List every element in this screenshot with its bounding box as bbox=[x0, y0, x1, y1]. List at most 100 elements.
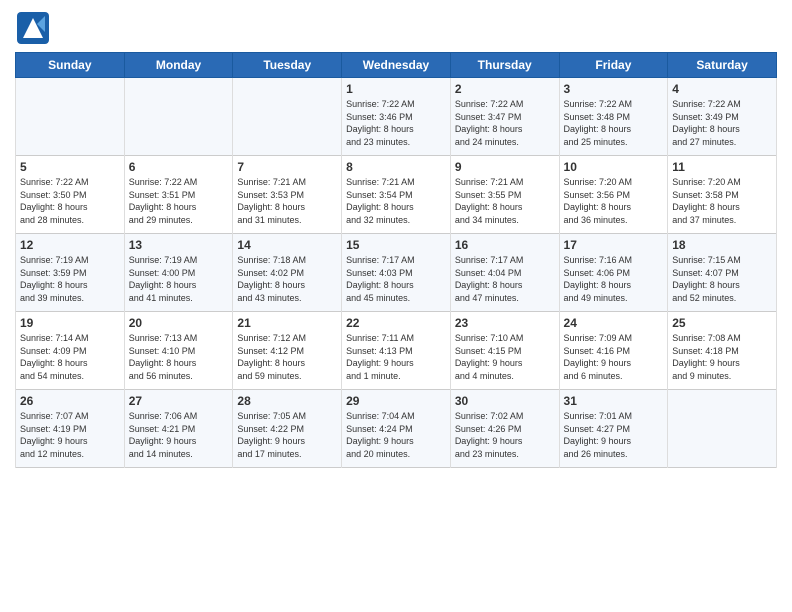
day-number: 3 bbox=[564, 82, 664, 96]
weekday-header: Saturday bbox=[668, 53, 777, 78]
cell-info: Sunrise: 7:21 AM Sunset: 3:53 PM Dayligh… bbox=[237, 176, 337, 226]
cell-info: Sunrise: 7:22 AM Sunset: 3:49 PM Dayligh… bbox=[672, 98, 772, 148]
day-number: 27 bbox=[129, 394, 229, 408]
day-number: 10 bbox=[564, 160, 664, 174]
day-number: 17 bbox=[564, 238, 664, 252]
page: SundayMondayTuesdayWednesdayThursdayFrid… bbox=[0, 0, 792, 612]
day-number: 21 bbox=[237, 316, 337, 330]
logo bbox=[15, 10, 55, 46]
calendar-cell: 10Sunrise: 7:20 AM Sunset: 3:56 PM Dayli… bbox=[559, 156, 668, 234]
day-number: 15 bbox=[346, 238, 446, 252]
day-number: 13 bbox=[129, 238, 229, 252]
cell-info: Sunrise: 7:16 AM Sunset: 4:06 PM Dayligh… bbox=[564, 254, 664, 304]
calendar-cell: 29 Sunrise: 7:04 AM Sunset: 4:24 PM Dayli… bbox=[342, 390, 451, 468]
cell-info: Sunrise: 7:15 AM Sunset: 4:07 PM Dayligh… bbox=[672, 254, 772, 304]
calendar-cell: 18 Sunrise: 7:15 AM Sunset: 4:07 PM Dayli… bbox=[668, 234, 777, 312]
cell-info: Sunrise: 7:17 AM Sunset: 4:04 PM Dayligh… bbox=[455, 254, 555, 304]
cell-info: Sunrise: 7:14 AM Sunset: 4:09 PM Dayligh… bbox=[20, 332, 120, 382]
weekday-header: Sunday bbox=[16, 53, 125, 78]
calendar-cell: 27 Sunrise: 7:06 AM Sunset: 4:21 PM Dayli… bbox=[124, 390, 233, 468]
day-number: 19 bbox=[20, 316, 120, 330]
cell-info: Sunrise: 7:05 AM Sunset: 4:22 PM Dayligh… bbox=[237, 410, 337, 460]
day-number: 6 bbox=[129, 160, 229, 174]
calendar-cell: 16 Sunrise: 7:17 AM Sunset: 4:04 PM Dayli… bbox=[450, 234, 559, 312]
calendar-cell: 25Sunrise: 7:08 AM Sunset: 4:18 PM Dayli… bbox=[668, 312, 777, 390]
weekday-header: Wednesday bbox=[342, 53, 451, 78]
calendar-cell: 14Sunrise: 7:18 AM Sunset: 4:02 PM Dayli… bbox=[233, 234, 342, 312]
logo-icon bbox=[15, 10, 51, 46]
calendar-cell: 8Sunrise: 7:21 AM Sunset: 3:54 PM Daylig… bbox=[342, 156, 451, 234]
calendar-cell: 17 Sunrise: 7:16 AM Sunset: 4:06 PM Dayli… bbox=[559, 234, 668, 312]
weekday-header-row: SundayMondayTuesdayWednesdayThursdayFrid… bbox=[16, 53, 777, 78]
calendar-cell: 4 Sunrise: 7:22 AM Sunset: 3:49 PM Daylig… bbox=[668, 78, 777, 156]
cell-info: Sunrise: 7:01 AM Sunset: 4:27 PM Dayligh… bbox=[564, 410, 664, 460]
day-number: 8 bbox=[346, 160, 446, 174]
day-number: 26 bbox=[20, 394, 120, 408]
calendar-cell bbox=[233, 78, 342, 156]
day-number: 24 bbox=[564, 316, 664, 330]
day-number: 12 bbox=[20, 238, 120, 252]
calendar-cell: 1 Sunrise: 7:22 AM Sunset: 3:46 PM Daylig… bbox=[342, 78, 451, 156]
cell-info: Sunrise: 7:21 AM Sunset: 3:55 PM Dayligh… bbox=[455, 176, 555, 226]
cell-info: Sunrise: 7:02 AM Sunset: 4:26 PM Dayligh… bbox=[455, 410, 555, 460]
cell-info: Sunrise: 7:19 AM Sunset: 3:59 PM Dayligh… bbox=[20, 254, 120, 304]
cell-info: Sunrise: 7:18 AM Sunset: 4:02 PM Dayligh… bbox=[237, 254, 337, 304]
calendar-cell: 3 Sunrise: 7:22 AM Sunset: 3:48 PM Daylig… bbox=[559, 78, 668, 156]
calendar-cell: 28 Sunrise: 7:05 AM Sunset: 4:22 PM Dayli… bbox=[233, 390, 342, 468]
cell-info: Sunrise: 7:06 AM Sunset: 4:21 PM Dayligh… bbox=[129, 410, 229, 460]
day-number: 18 bbox=[672, 238, 772, 252]
day-number: 16 bbox=[455, 238, 555, 252]
weekday-header: Monday bbox=[124, 53, 233, 78]
calendar-cell: 22 Sunrise: 7:11 AM Sunset: 4:13 PM Dayli… bbox=[342, 312, 451, 390]
calendar-cell bbox=[124, 78, 233, 156]
calendar-cell: 21 Sunrise: 7:12 AM Sunset: 4:12 PM Dayli… bbox=[233, 312, 342, 390]
weekday-header: Friday bbox=[559, 53, 668, 78]
cell-info: Sunrise: 7:04 AM Sunset: 4:24 PM Dayligh… bbox=[346, 410, 446, 460]
calendar-cell: 19 Sunrise: 7:14 AM Sunset: 4:09 PM Dayli… bbox=[16, 312, 125, 390]
calendar-cell: 9 Sunrise: 7:21 AM Sunset: 3:55 PM Daylig… bbox=[450, 156, 559, 234]
cell-info: Sunrise: 7:22 AM Sunset: 3:48 PM Dayligh… bbox=[564, 98, 664, 148]
day-number: 20 bbox=[129, 316, 229, 330]
day-number: 29 bbox=[346, 394, 446, 408]
day-number: 31 bbox=[564, 394, 664, 408]
cell-info: Sunrise: 7:09 AM Sunset: 4:16 PM Dayligh… bbox=[564, 332, 664, 382]
cell-info: Sunrise: 7:12 AM Sunset: 4:12 PM Dayligh… bbox=[237, 332, 337, 382]
calendar-cell bbox=[668, 390, 777, 468]
calendar-cell: 2 Sunrise: 7:22 AM Sunset: 3:47 PM Daylig… bbox=[450, 78, 559, 156]
calendar-cell: 11Sunrise: 7:20 AM Sunset: 3:58 PM Dayli… bbox=[668, 156, 777, 234]
day-number: 1 bbox=[346, 82, 446, 96]
day-number: 2 bbox=[455, 82, 555, 96]
calendar-cell: 23 Sunrise: 7:10 AM Sunset: 4:15 PM Dayli… bbox=[450, 312, 559, 390]
cell-info: Sunrise: 7:22 AM Sunset: 3:46 PM Dayligh… bbox=[346, 98, 446, 148]
day-number: 28 bbox=[237, 394, 337, 408]
header bbox=[15, 10, 777, 46]
weekday-header: Tuesday bbox=[233, 53, 342, 78]
calendar-table: SundayMondayTuesdayWednesdayThursdayFrid… bbox=[15, 52, 777, 468]
day-number: 5 bbox=[20, 160, 120, 174]
cell-info: Sunrise: 7:10 AM Sunset: 4:15 PM Dayligh… bbox=[455, 332, 555, 382]
cell-info: Sunrise: 7:17 AM Sunset: 4:03 PM Dayligh… bbox=[346, 254, 446, 304]
cell-info: Sunrise: 7:22 AM Sunset: 3:47 PM Dayligh… bbox=[455, 98, 555, 148]
cell-info: Sunrise: 7:11 AM Sunset: 4:13 PM Dayligh… bbox=[346, 332, 446, 382]
calendar-cell: 24 Sunrise: 7:09 AM Sunset: 4:16 PM Dayli… bbox=[559, 312, 668, 390]
day-number: 22 bbox=[346, 316, 446, 330]
day-number: 23 bbox=[455, 316, 555, 330]
calendar-cell: 15 Sunrise: 7:17 AM Sunset: 4:03 PM Dayli… bbox=[342, 234, 451, 312]
day-number: 7 bbox=[237, 160, 337, 174]
calendar-week-row: 5Sunrise: 7:22 AM Sunset: 3:50 PM Daylig… bbox=[16, 156, 777, 234]
calendar-week-row: 1 Sunrise: 7:22 AM Sunset: 3:46 PM Daylig… bbox=[16, 78, 777, 156]
weekday-header: Thursday bbox=[450, 53, 559, 78]
day-number: 11 bbox=[672, 160, 772, 174]
calendar-cell bbox=[16, 78, 125, 156]
calendar-cell: 12 Sunrise: 7:19 AM Sunset: 3:59 PM Dayli… bbox=[16, 234, 125, 312]
calendar-cell: 5Sunrise: 7:22 AM Sunset: 3:50 PM Daylig… bbox=[16, 156, 125, 234]
cell-info: Sunrise: 7:22 AM Sunset: 3:51 PM Dayligh… bbox=[129, 176, 229, 226]
calendar-cell: 6 Sunrise: 7:22 AM Sunset: 3:51 PM Daylig… bbox=[124, 156, 233, 234]
cell-info: Sunrise: 7:07 AM Sunset: 4:19 PM Dayligh… bbox=[20, 410, 120, 460]
calendar-week-row: 12 Sunrise: 7:19 AM Sunset: 3:59 PM Dayli… bbox=[16, 234, 777, 312]
calendar-week-row: 26 Sunrise: 7:07 AM Sunset: 4:19 PM Dayli… bbox=[16, 390, 777, 468]
day-number: 9 bbox=[455, 160, 555, 174]
day-number: 4 bbox=[672, 82, 772, 96]
calendar-cell: 30Sunrise: 7:02 AM Sunset: 4:26 PM Dayli… bbox=[450, 390, 559, 468]
day-number: 25 bbox=[672, 316, 772, 330]
